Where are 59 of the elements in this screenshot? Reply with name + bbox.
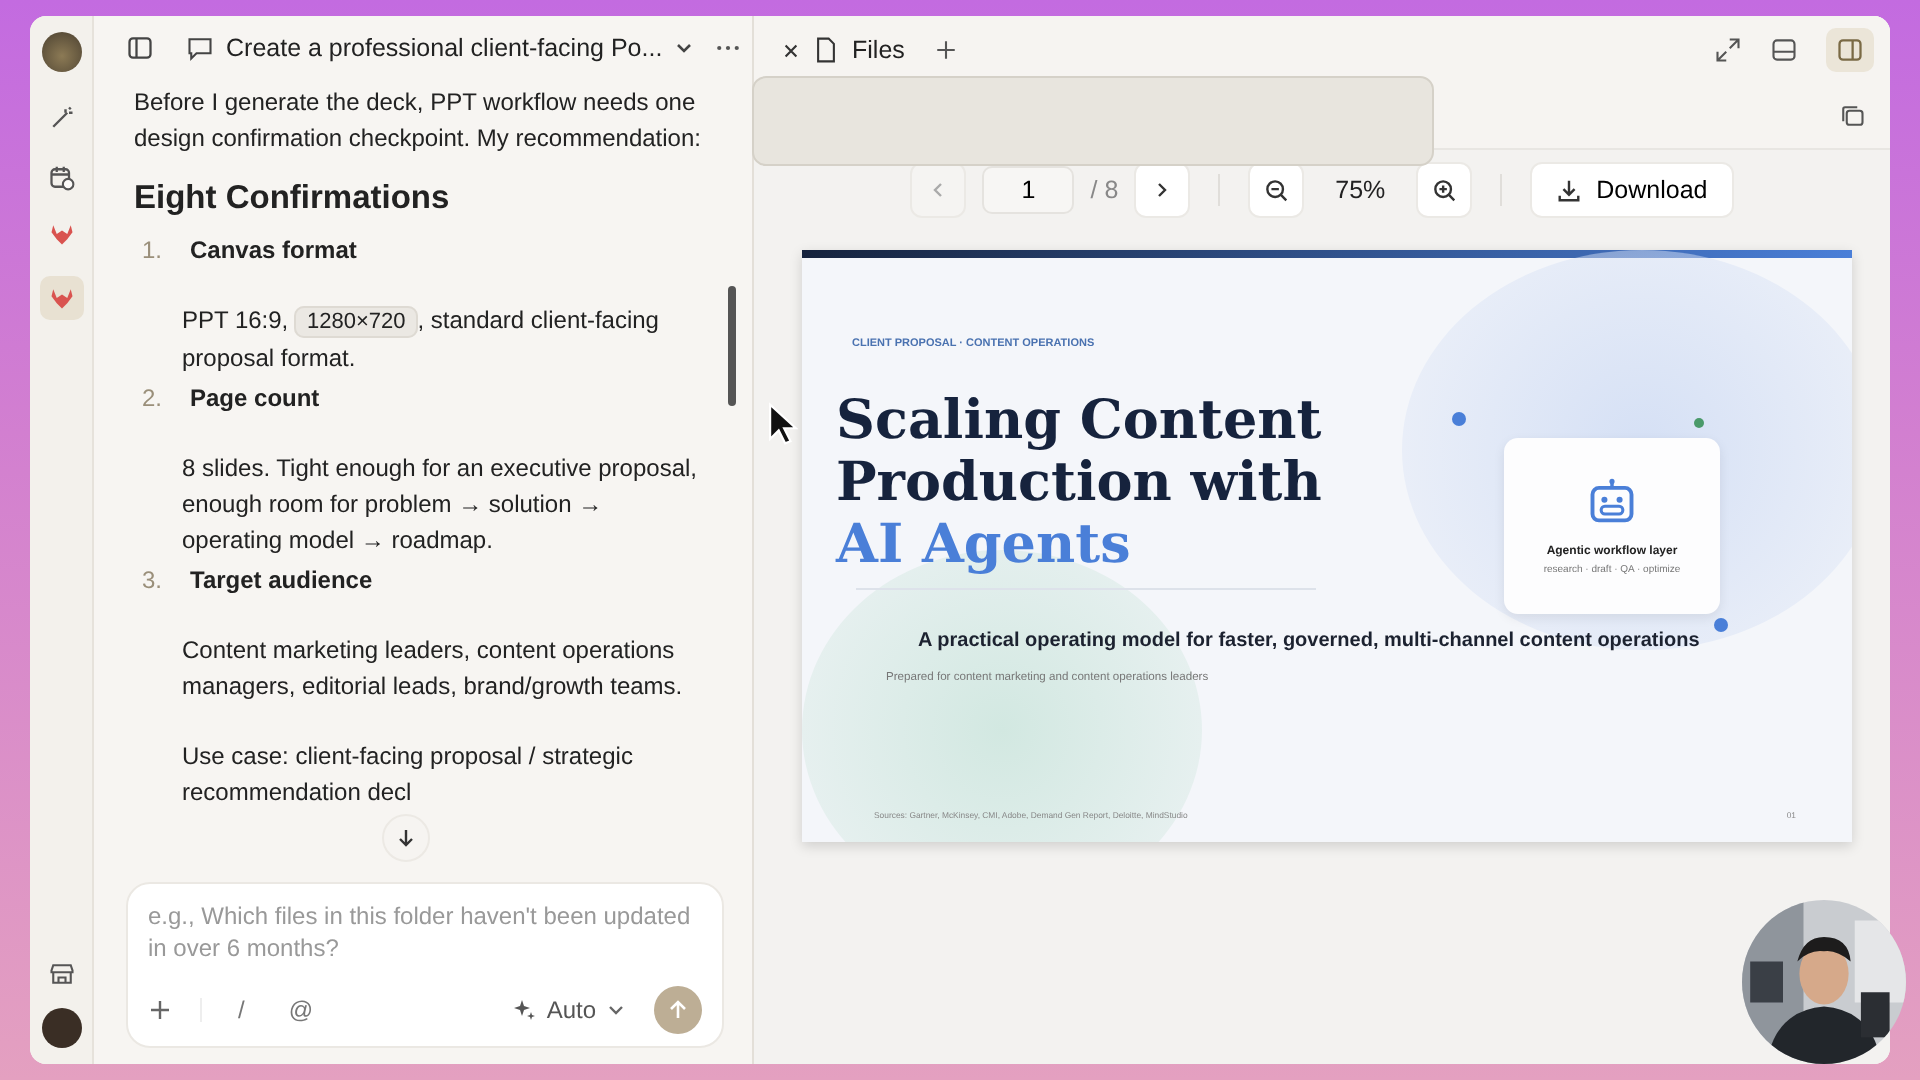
workspace-avatar[interactable] [41, 32, 81, 72]
scroll-down-button[interactable] [382, 814, 430, 862]
node-dot [1452, 412, 1466, 426]
close-icon[interactable] [782, 41, 800, 59]
section-heading: Eight Confirmations [134, 178, 452, 220]
mention-button[interactable]: @ [280, 996, 322, 1024]
zoom-in-button[interactable] [1416, 162, 1473, 218]
sparkle-icon [512, 998, 537, 1022]
new-tab-icon[interactable] [932, 36, 961, 64]
message-paragraph: PPT 16:9, 1280×720 , standard client-facing proposal format. [182, 304, 661, 376]
expand-icon[interactable] [1714, 36, 1742, 64]
node-dot [1714, 618, 1728, 632]
robot-icon [1586, 476, 1638, 528]
chat-bubble-icon [186, 34, 214, 62]
app-shortcut[interactable] [39, 276, 83, 320]
split-horizontal-icon[interactable] [1770, 36, 1798, 64]
zoom-in-icon [1431, 177, 1458, 203]
list-item-title: Target audience [190, 564, 373, 598]
arrow-down-icon [396, 828, 416, 848]
user-avatar[interactable] [41, 1008, 81, 1048]
chevron-down-icon [606, 1000, 626, 1020]
files-tab[interactable]: Files [782, 36, 905, 64]
plus-icon[interactable] [148, 998, 172, 1022]
magic-wand-icon[interactable] [47, 104, 75, 132]
side-panel-button[interactable] [1826, 28, 1874, 72]
list-item-title: Canvas format [190, 234, 357, 268]
slash-command-button[interactable]: / [230, 996, 253, 1024]
list-number: 2. [142, 382, 165, 416]
message-paragraph: Before I generate the deck, PPT workflow needs one design confirmation checkpoint. My recommendation: [134, 86, 703, 156]
download-icon [1556, 177, 1583, 203]
message-paragraph: 8 slides. Tight enough for an executive proposal, enough room for problem → solution → operating model → roadmap. [182, 452, 699, 558]
list-number: 1. [142, 234, 165, 268]
message-paragraph: Content marketing leaders, content operations managers, editorial leads, brand/growth teams. [182, 634, 685, 704]
sidebar-toggle-icon[interactable] [126, 34, 154, 62]
message-input-field[interactable]: e.g., Which files in this folder haven't been updated in over 6 months? / @ Auto [126, 882, 724, 1048]
chevron-down-icon [674, 38, 695, 58]
copy-icon[interactable] [1838, 102, 1866, 130]
conversation-title-button[interactable]: Create a professional client-facing Po... [178, 34, 703, 62]
calendar-clock-icon[interactable] [47, 164, 75, 192]
cursor-icon [768, 402, 798, 446]
slide-title: Production with [836, 452, 1322, 514]
list-number: 3. [142, 564, 165, 598]
node-dot [1694, 418, 1704, 428]
slide-title: AI Agents [836, 514, 1131, 576]
document-icon [812, 36, 840, 64]
mode-selector[interactable]: Auto [512, 996, 626, 1024]
page-total: / 8 [1090, 176, 1119, 204]
side-panel-icon [1836, 36, 1864, 64]
store-icon[interactable] [47, 960, 75, 988]
list-item-title: Page count [190, 382, 320, 416]
download-button[interactable]: Download [1530, 162, 1734, 218]
page-number-field[interactable]: 1 [982, 166, 1075, 214]
slide-title: Scaling Content [836, 390, 1322, 452]
slide-subtitle: A practical operating model for faster, governed, multi-channel content operations [918, 630, 1702, 652]
zoom-out-icon [1263, 177, 1290, 203]
zoom-out-button[interactable] [1248, 162, 1305, 218]
arrow-up-icon [666, 998, 690, 1022]
zoom-level: 75% [1333, 176, 1388, 204]
message-paragraph: Use case: client-facing proposal / strategic recommendation decl [182, 740, 635, 810]
